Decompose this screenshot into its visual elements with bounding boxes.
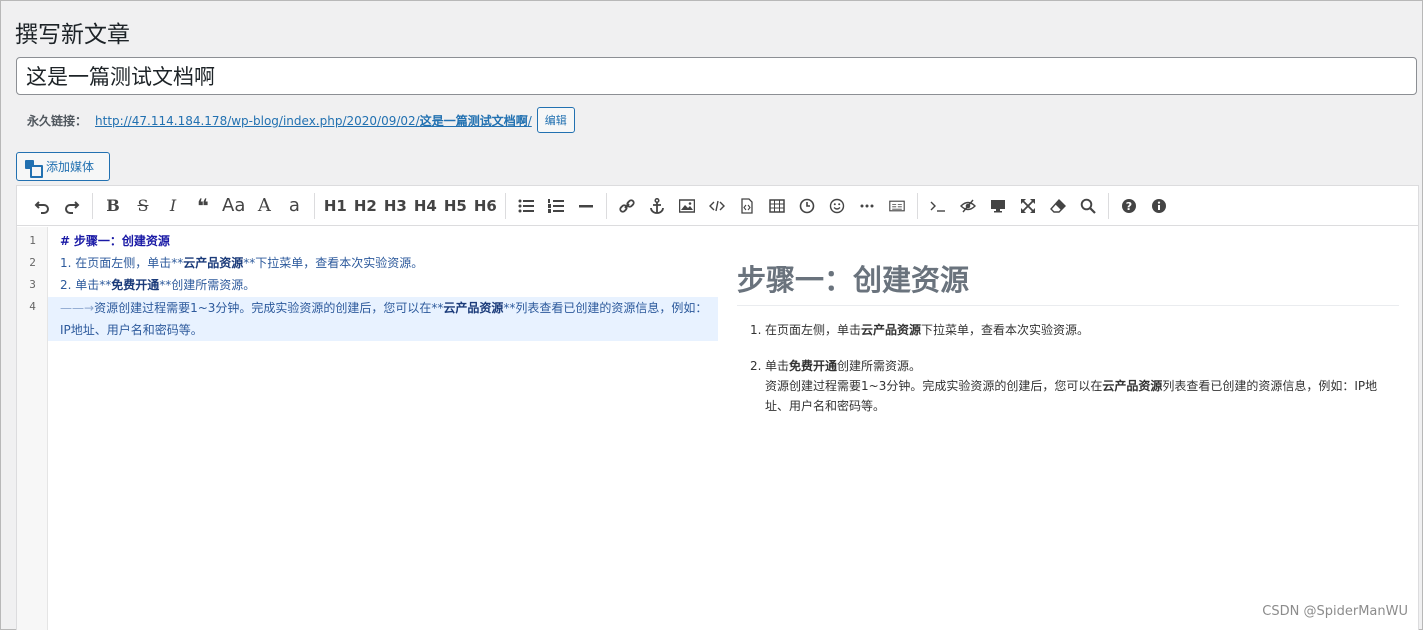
code-line-2-prefix: 1. 在页面左侧，单击**: [60, 256, 184, 270]
clock-icon[interactable]: [792, 191, 822, 221]
edit-permalink-button[interactable]: 编辑: [536, 107, 575, 133]
preview-item-1-suffix: 下拉菜单，查看本次实验资源。: [921, 323, 1090, 337]
watermark: CSDN @SpiderManWU: [1262, 604, 1408, 619]
preview-item-2-prefix: 单击: [765, 359, 790, 373]
toolbar-divider: [917, 192, 919, 219]
bold-icon[interactable]: B: [98, 191, 128, 221]
horizontal-rule-icon[interactable]: [571, 191, 601, 221]
code-line-1: # 步骤一：创建资源: [60, 232, 170, 249]
list-number: 2.: [750, 359, 762, 373]
code-file-icon[interactable]: [732, 191, 762, 221]
preview-list-item-2: 2. 单击免费开通创建所需资源。 资源创建过程需要1~3分钟。完成实验资源的创建…: [750, 356, 1380, 416]
code-line-4-prefix: 资源创建过程需要1~3分钟。完成实验资源的创建后，您可以在**: [94, 301, 444, 315]
code-line-2-bold: 云产品资源: [183, 256, 244, 270]
preview-item-2-suffix: 创建所需资源。: [837, 359, 922, 373]
heading-5-button[interactable]: H5: [440, 191, 470, 221]
markdown-editor: B S I ❝ Aa A a H1 H2 H3 H4 H5 H6 ? 1 2 3…: [16, 185, 1419, 630]
code-icon[interactable]: [702, 191, 732, 221]
heading-3-button[interactable]: H3: [380, 191, 410, 221]
undo-icon[interactable]: [27, 191, 57, 221]
quote-icon[interactable]: ❝: [188, 191, 218, 221]
permalink-label: 永久链接：: [27, 113, 88, 128]
permalink-slug: 这是一篇测试文档啊: [419, 113, 528, 128]
preview-item-1-bold: 云产品资源: [861, 323, 922, 337]
toolbar-divider: [1108, 192, 1110, 219]
desktop-icon[interactable]: [983, 191, 1013, 221]
media-icon: [24, 159, 43, 178]
svg-text:?: ?: [1126, 200, 1132, 213]
preview-item-2-para-prefix: 资源创建过程需要1~3分钟。完成实验资源的创建后，您可以在: [765, 379, 1103, 393]
heading-marker: #: [60, 234, 71, 248]
add-media-label: 添加媒体: [46, 160, 95, 174]
heading-1-button[interactable]: H1: [320, 191, 350, 221]
code-line-4: ——→资源创建过程需要1~3分钟。完成实验资源的创建后，您可以在**云产品资源*…: [60, 297, 710, 341]
editor-body: 1 2 3 4 # 步骤一：创建资源 1. 在页面左侧，单击**云产品资源**下…: [17, 227, 1418, 630]
font-small-icon[interactable]: a: [279, 191, 309, 221]
code-line-2-suffix: **下拉菜单，查看本次实验资源。: [243, 256, 424, 270]
line-number: 2: [29, 256, 36, 269]
tab-arrow-marker: ——→: [60, 301, 95, 315]
code-line-1-text: 步骤一：创建资源: [73, 234, 170, 248]
help-icon[interactable]: ?: [1114, 191, 1144, 221]
permalink-link[interactable]: http://47.114.184.178/wp-blog/index.php/…: [95, 112, 532, 129]
line-number-gutter: 1 2 3 4: [17, 227, 48, 630]
code-line-3-bold: 免费开通: [111, 278, 160, 292]
ordered-list-icon[interactable]: [541, 191, 571, 221]
toolbar-divider: [606, 192, 608, 219]
info-icon[interactable]: [1144, 191, 1174, 221]
permalink-url-suffix: /: [527, 113, 532, 128]
preview-list-item-1: 1. 在页面左侧，单击云产品资源下拉菜单，查看本次实验资源。: [750, 320, 1380, 340]
eraser-icon[interactable]: [1043, 191, 1073, 221]
code-line-2: 1. 在页面左侧，单击**云产品资源**下拉菜单，查看本次实验资源。: [60, 254, 423, 271]
code-line-4-bold: 云产品资源: [443, 301, 504, 315]
fullscreen-icon[interactable]: [1013, 191, 1043, 221]
code-line-3-suffix: **创建所需资源。: [159, 278, 256, 292]
preview-item-1-prefix: 在页面左侧，单击: [765, 323, 862, 337]
editor-toolbar: B S I ❝ Aa A a H1 H2 H3 H4 H5 H6 ?: [17, 186, 1418, 226]
italic-icon[interactable]: I: [158, 191, 188, 221]
preview-item-2-bold: 免费开通: [789, 359, 838, 373]
add-media-button[interactable]: 添加媒体: [16, 152, 110, 181]
toolbar-divider: [314, 192, 316, 219]
font-big-icon[interactable]: A: [249, 191, 279, 221]
permalink-bar: 永久链接： http://47.114.184.178/wp-blog/inde…: [27, 107, 575, 133]
unordered-list-icon[interactable]: [511, 191, 541, 221]
heading-4-button[interactable]: H4: [410, 191, 440, 221]
table-icon[interactable]: [762, 191, 792, 221]
pagebreak-icon[interactable]: [882, 191, 912, 221]
redo-icon[interactable]: [57, 191, 87, 221]
heading-2-button[interactable]: H2: [350, 191, 380, 221]
page-title: 撰写新文章: [15, 22, 130, 48]
more-icon[interactable]: [852, 191, 882, 221]
search-icon[interactable]: [1073, 191, 1103, 221]
preview-item-2-para-bold: 云产品资源: [1102, 379, 1163, 393]
link-icon[interactable]: [612, 191, 642, 221]
anchor-icon[interactable]: [642, 191, 672, 221]
toolbar-divider: [505, 192, 507, 219]
list-number: 1.: [750, 323, 762, 337]
preview-heading: 步骤一：创建资源: [737, 257, 1399, 306]
image-icon[interactable]: [672, 191, 702, 221]
post-title-input[interactable]: [16, 57, 1417, 95]
line-number: 3: [29, 278, 36, 291]
permalink-url-prefix: http://47.114.184.178/wp-blog/index.php/…: [95, 113, 420, 128]
font-case-icon[interactable]: Aa: [218, 191, 249, 221]
heading-6-button[interactable]: H6: [470, 191, 500, 221]
line-number: 1: [29, 234, 36, 247]
terminal-icon[interactable]: [923, 191, 953, 221]
code-line-3-prefix: 2. 单击**: [60, 278, 112, 292]
emoji-icon[interactable]: [822, 191, 852, 221]
line-number: 4: [29, 300, 36, 313]
strikethrough-icon[interactable]: S: [128, 191, 158, 221]
code-line-3: 2. 单击**免费开通**创建所需资源。: [60, 276, 255, 293]
preview-toggle-icon[interactable]: [953, 191, 983, 221]
toolbar-divider: [92, 192, 93, 219]
